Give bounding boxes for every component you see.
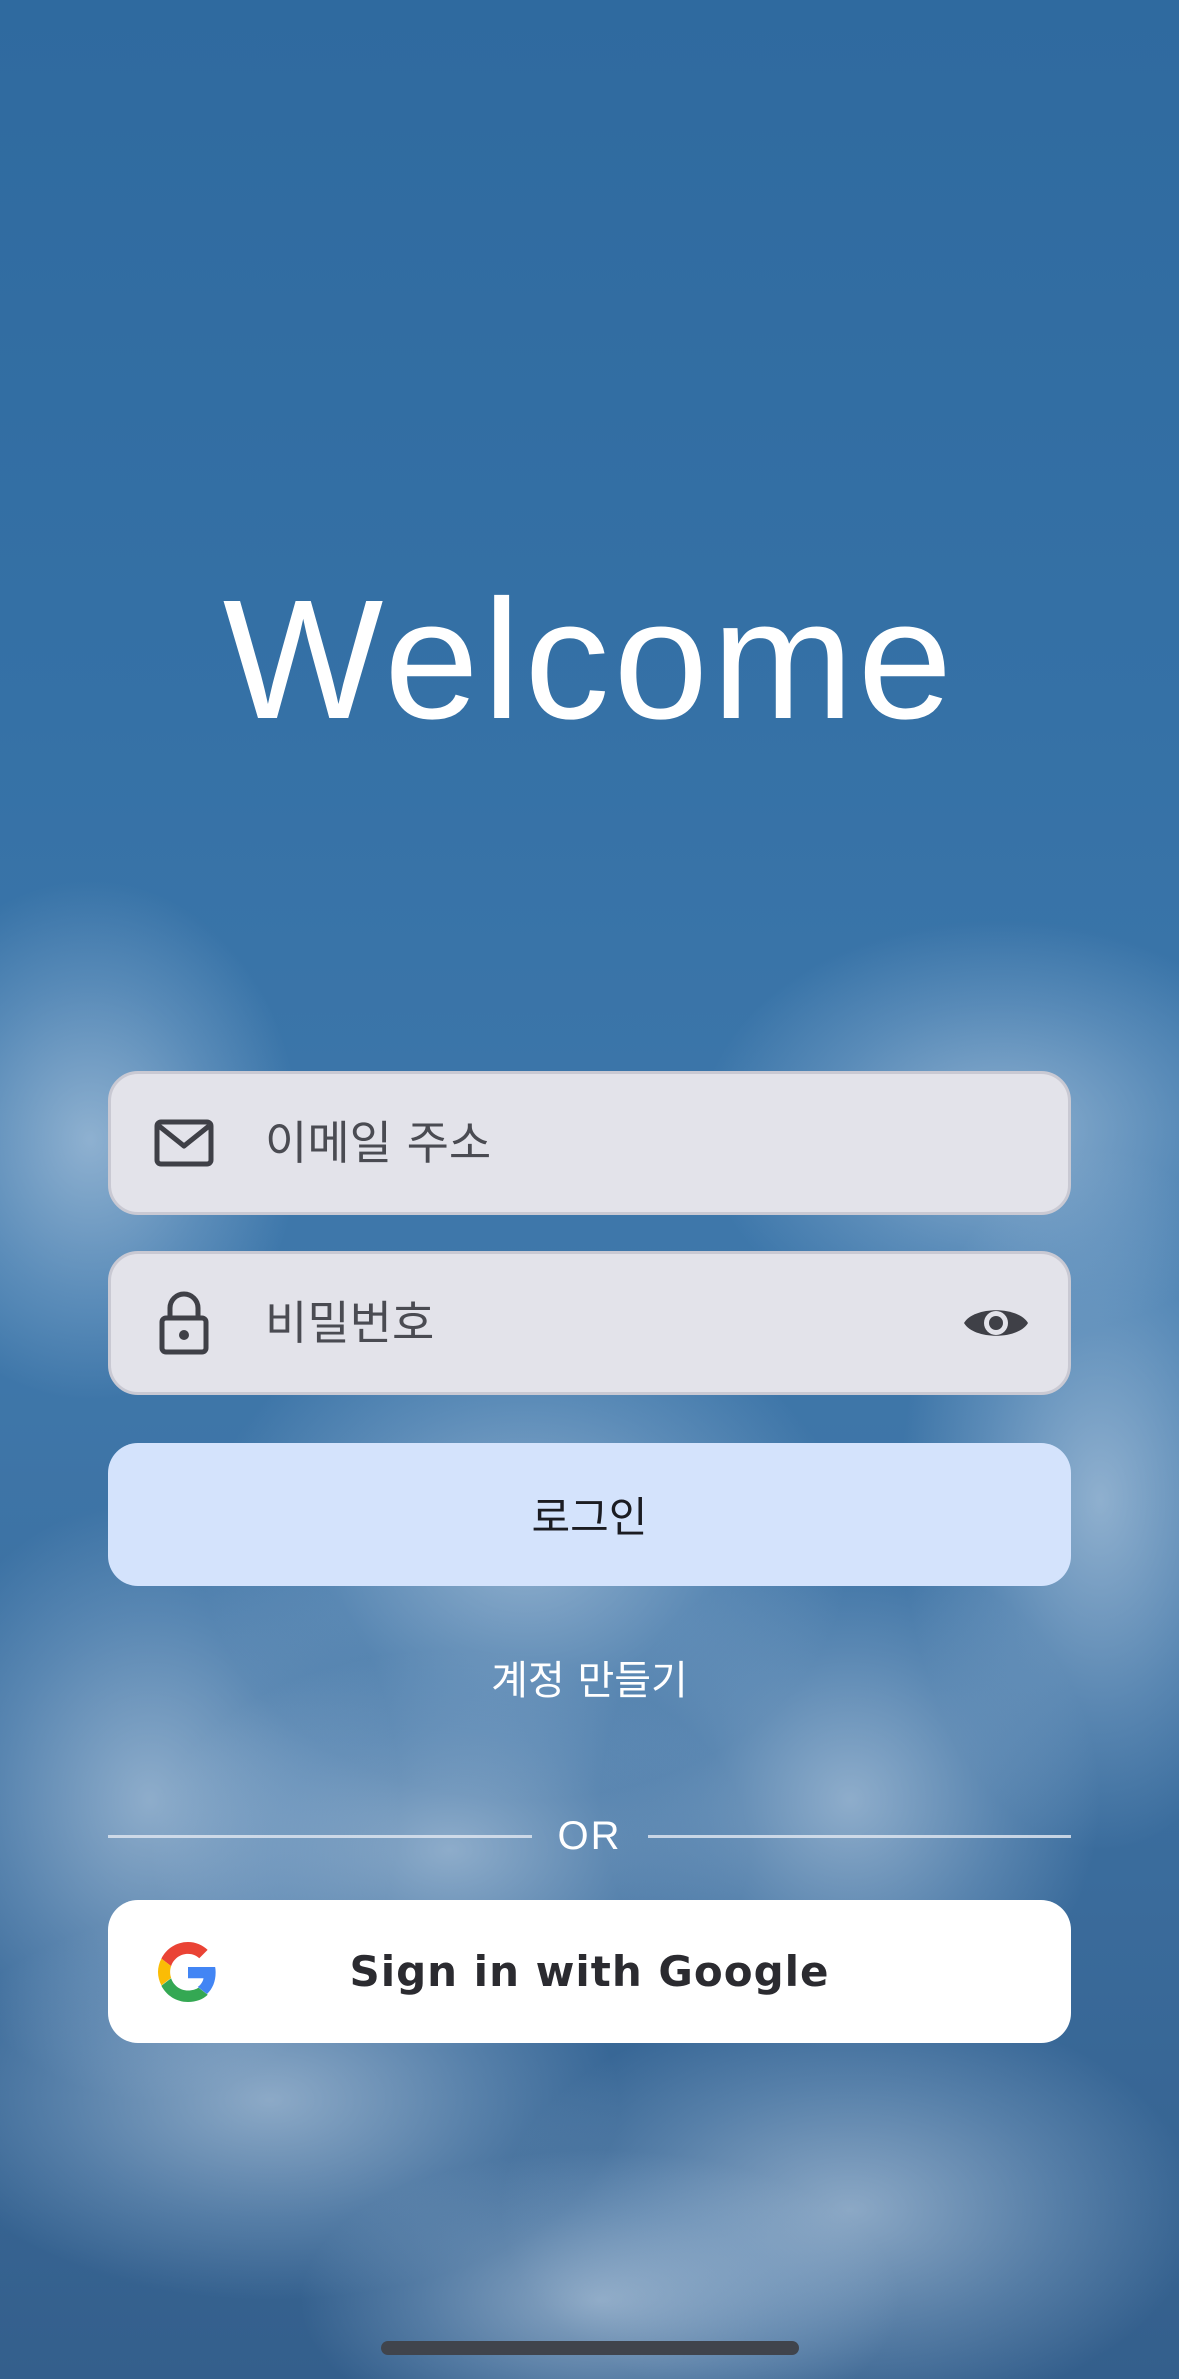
eye-icon[interactable]	[956, 1283, 1036, 1363]
divider-line-right	[647, 1834, 1071, 1838]
lock-icon	[149, 1288, 219, 1358]
create-account-link[interactable]: 계정 만들기	[0, 1648, 1179, 1706]
login-button[interactable]: 로그인	[108, 1443, 1071, 1586]
mail-icon	[149, 1108, 219, 1178]
home-indicator[interactable]	[381, 2341, 799, 2355]
google-sign-in-label: Sign in with Google	[349, 1947, 830, 1996]
or-divider: OR	[108, 1808, 1071, 1864]
or-label: OR	[557, 1813, 622, 1858]
password-input[interactable]	[219, 1254, 956, 1392]
welcome-title: Welcome	[222, 565, 957, 755]
google-sign-in-button[interactable]: Sign in with Google	[108, 1900, 1071, 2043]
email-input[interactable]	[219, 1074, 1068, 1212]
divider-line-left	[108, 1834, 532, 1838]
email-field[interactable]	[108, 1071, 1071, 1215]
password-field[interactable]	[108, 1251, 1071, 1395]
